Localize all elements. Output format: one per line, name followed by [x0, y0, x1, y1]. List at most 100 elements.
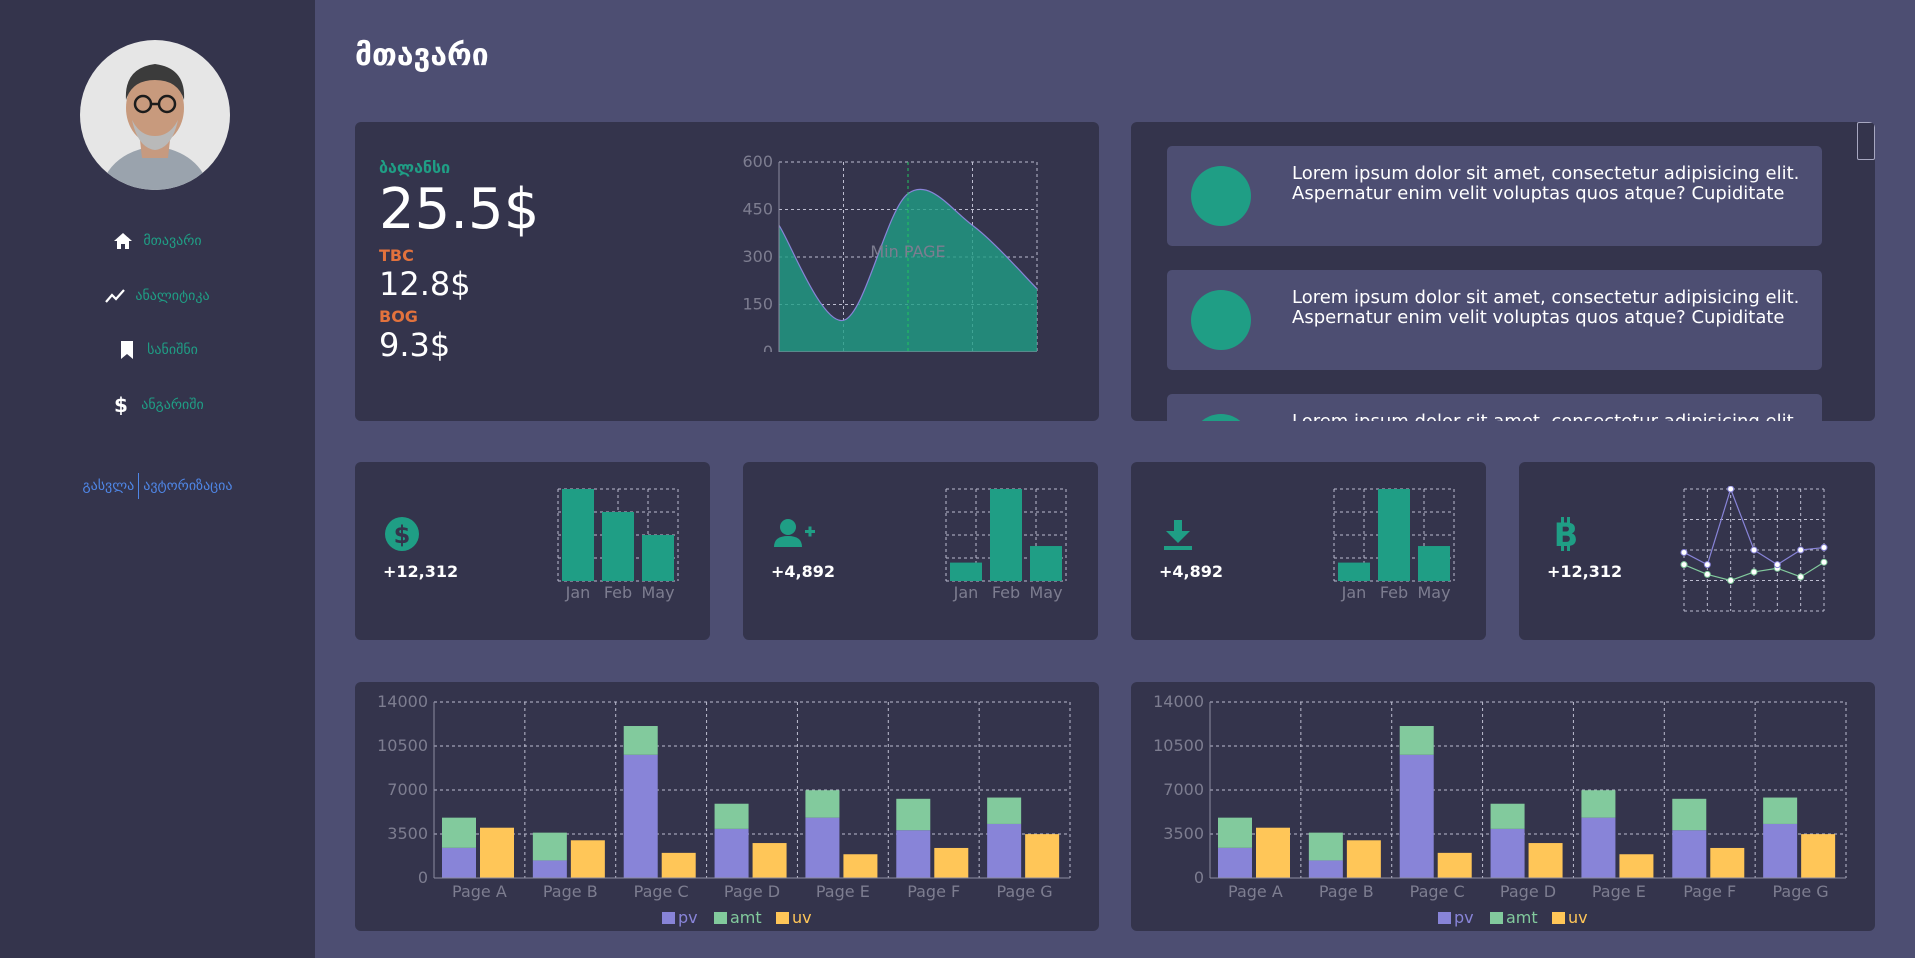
- sidebar-item-analytics[interactable]: ანალიტიკა: [0, 281, 315, 311]
- dollar-icon: $: [114, 395, 128, 415]
- user-plus-icon: [774, 519, 815, 547]
- bar: [1218, 817, 1252, 848]
- y-tick-label: 3500: [387, 824, 428, 843]
- bar: [843, 854, 878, 878]
- x-tick-label: Jan: [1341, 583, 1367, 602]
- bar: [1672, 830, 1707, 878]
- stat-card: +4,892 Jan Feb May: [1131, 462, 1486, 640]
- sidebar-item-account[interactable]: $ ანგარიში: [0, 390, 315, 420]
- bar: [1025, 834, 1060, 878]
- feed-item[interactable]: Lorem ipsum dolor sit amet, consectetur …: [1167, 270, 1822, 370]
- y-tick-label: 0: [1194, 868, 1204, 887]
- feed-item[interactable]: Lorem ipsum dolor sit amet, consectetur …: [1167, 146, 1822, 246]
- bar: [562, 489, 594, 581]
- x-tick-label: Feb: [1380, 583, 1408, 602]
- login-link[interactable]: ავტორიზაცია: [143, 478, 232, 494]
- balance-value: 25.5$: [379, 177, 540, 242]
- legend-label: uv: [792, 908, 812, 927]
- feed-item-avatar: [1191, 166, 1251, 226]
- legend-label: amt: [730, 908, 762, 927]
- bar: [714, 803, 749, 829]
- x-tick-label: Feb: [992, 583, 1020, 602]
- bar: [532, 860, 567, 878]
- bar: [1619, 854, 1654, 878]
- bar: [1308, 832, 1343, 861]
- svg-text:$: $: [114, 395, 128, 415]
- data-point: [1680, 548, 1688, 556]
- bar: [642, 535, 674, 581]
- sidebar-item-label: მთავარი: [143, 233, 202, 249]
- bitcoin-icon: B: [1554, 517, 1578, 551]
- x-tick-label: May: [1029, 583, 1062, 602]
- data-point: [1680, 561, 1688, 569]
- data-point: [1750, 546, 1758, 554]
- sidebar-item-label: ანგარიში: [141, 397, 204, 413]
- sidebar-item-home[interactable]: მთავარი: [0, 226, 315, 256]
- x-tick-label: Page B: [1319, 882, 1374, 901]
- y-tick-label: 300: [742, 247, 773, 266]
- home-icon: [114, 233, 133, 249]
- x-tick-label: Page C: [1410, 882, 1465, 901]
- legend-swatch: [1490, 912, 1503, 924]
- avatar[interactable]: [80, 40, 230, 190]
- account-name: TBC: [379, 246, 414, 265]
- svg-text:$: $: [394, 521, 411, 549]
- stat-bar-chart: Jan Feb May: [1333, 488, 1455, 602]
- data-point: [1797, 573, 1805, 581]
- bar: [752, 843, 787, 878]
- stat-value: +12,312: [1547, 562, 1623, 581]
- sidebar-item-bookmarks[interactable]: სანიშნი: [0, 335, 315, 365]
- bar: [987, 823, 1022, 878]
- bar: [934, 847, 969, 878]
- y-tick-label: 14000: [377, 692, 428, 711]
- x-tick-label: Page E: [816, 882, 870, 901]
- x-tick-label: Page B: [543, 882, 598, 901]
- x-tick-label: May: [1417, 583, 1450, 602]
- sidebar-item-label: ანალიტიკა: [135, 288, 210, 304]
- bar: [1437, 852, 1472, 878]
- x-tick-label: Page D: [724, 882, 780, 901]
- bar: [1346, 840, 1381, 878]
- legend-label: uv: [1568, 908, 1588, 927]
- stat-bar-chart: Jan Feb May: [557, 488, 679, 602]
- x-tick-label: Page C: [634, 882, 689, 901]
- balance-label: ბალანსი: [379, 158, 451, 177]
- bar: [1338, 562, 1370, 581]
- bar: [1801, 834, 1836, 878]
- x-tick-label: Page A: [1228, 882, 1283, 901]
- y-tick-label: 600: [742, 152, 773, 171]
- stat-card: B +12,312: [1519, 462, 1875, 640]
- bar: [442, 817, 476, 848]
- legend-swatch: [662, 912, 675, 924]
- x-tick-label: Page A: [452, 882, 507, 901]
- bar-chart-card: 0 3500 7000 10500 14000 Page A Page B Page C Pag…: [355, 682, 1099, 931]
- dollar-circle-icon: $: [385, 517, 419, 551]
- data-point: [1703, 570, 1711, 578]
- account-name: BOG: [379, 307, 418, 326]
- auth-divider: [138, 473, 140, 499]
- balance-card: ბალანსი 25.5$ TBC 12.8$ BOG 9.3$ Min PAG…: [355, 122, 1099, 421]
- stat-value: +4,892: [1159, 562, 1224, 581]
- x-tick-label: Jan: [565, 583, 591, 602]
- legend-swatch: [776, 912, 789, 924]
- y-tick-label: 7000: [387, 780, 428, 799]
- bar: [1710, 847, 1745, 878]
- bookmark-icon: [121, 341, 134, 359]
- data-point: [1727, 577, 1735, 584]
- reference-label: Min PAGE: [870, 242, 945, 261]
- bar: [532, 832, 567, 861]
- feed-item-avatar: [1191, 414, 1251, 421]
- logout-link[interactable]: გასვლა: [82, 478, 134, 494]
- bar: [661, 852, 696, 878]
- x-tick-label: Page F: [907, 882, 960, 901]
- bar: [714, 828, 749, 878]
- legend-label: pv: [1454, 908, 1474, 927]
- scrollbar-thumb[interactable]: [1857, 122, 1875, 160]
- bar: [1218, 847, 1252, 878]
- feed-item-text: Lorem ipsum dolor sit amet, consectetur …: [1292, 287, 1800, 328]
- bar: [1030, 546, 1062, 581]
- y-tick-label: 450: [742, 200, 773, 219]
- y-tick-label: 10500: [377, 736, 428, 755]
- data-point: [1703, 561, 1711, 569]
- feed-item[interactable]: Lorem ipsum dolor sit amet, consectetur …: [1167, 394, 1822, 421]
